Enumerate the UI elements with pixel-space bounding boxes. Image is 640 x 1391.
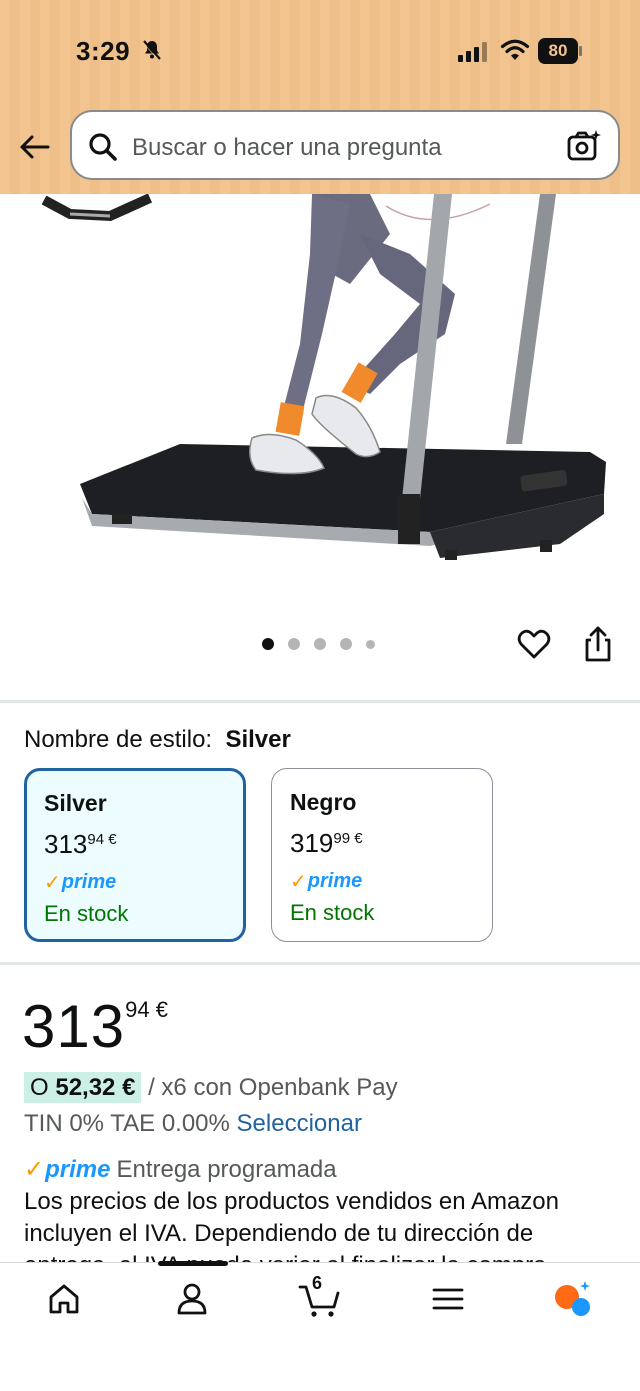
variant-price: 31394 €	[44, 829, 226, 860]
prime-badge: ✓ prime	[44, 870, 226, 895]
product-image[interactable]	[0, 194, 640, 614]
prime-check-icon: ✓	[44, 872, 61, 894]
carousel-dot[interactable]	[366, 639, 375, 649]
carousel-dots[interactable]	[262, 638, 375, 650]
top-header: 3:29 80 Buscar o hacer una pregunta	[0, 0, 640, 194]
variant-option-silver[interactable]: Silver 31394 € ✓ prime En stock	[24, 768, 246, 942]
bell-muted-icon	[142, 40, 161, 61]
wifi-icon	[500, 39, 530, 60]
search-bar[interactable]: Buscar o hacer una pregunta	[70, 110, 620, 180]
installment-offer: O 52,32 € / x6 con Openbank Pay	[24, 1072, 398, 1103]
variant-option-negro[interactable]: Negro 31999 € ✓ prime En stock	[271, 768, 493, 942]
camera-search-icon[interactable]	[566, 128, 602, 164]
carousel-dot[interactable]	[314, 638, 326, 650]
prime-badge: ✓ prime	[290, 869, 474, 894]
style-selected-value: Silver	[225, 726, 291, 753]
section-divider	[0, 700, 640, 703]
delivery-text: Entrega programada	[116, 1155, 337, 1183]
prime-check-icon: ✓	[24, 1156, 45, 1183]
variant-price-whole: 319	[290, 828, 334, 858]
style-label-text: Nombre de estilo:	[24, 726, 213, 753]
share-icon[interactable]	[580, 624, 616, 664]
status-time: 3:29	[76, 36, 131, 66]
carousel-dot[interactable]	[340, 638, 352, 650]
section-divider	[0, 962, 640, 965]
tin-text: TIN 0% TAE 0.00%	[24, 1110, 230, 1137]
active-tab-indicator	[158, 1261, 228, 1266]
prime-badge: ✓ prime	[24, 1155, 110, 1184]
vat-notice: Los precios de los productos vendidos en…	[24, 1188, 559, 1262]
cart-count: 6	[312, 1273, 323, 1293]
bottom-navigation: 6	[0, 1261, 640, 1391]
prime-label: prime	[307, 870, 363, 892]
battery-cap	[579, 46, 582, 56]
prime-check-icon: ✓	[290, 871, 307, 893]
signal-icon	[458, 42, 487, 62]
home-icon[interactable]	[44, 1279, 84, 1319]
style-label: Nombre de estilo: Silver	[24, 726, 291, 754]
installment-amount-highlight: O 52,32 €	[24, 1072, 142, 1103]
variant-price-fraction: 94 €	[87, 831, 117, 848]
carousel-dot[interactable]	[288, 638, 300, 650]
variant-price-fraction: 99 €	[333, 830, 363, 847]
stock-status: En stock	[290, 900, 375, 925]
financing-rates: TIN 0% TAE 0.00% Seleccionar	[24, 1110, 362, 1138]
back-arrow-icon[interactable]	[18, 130, 52, 164]
price-fraction: 94 €	[125, 997, 168, 1022]
cart-button[interactable]: 6	[298, 1273, 340, 1319]
prime-label: prime	[61, 871, 117, 893]
search-input[interactable]: Buscar o hacer una pregunta	[132, 134, 442, 162]
carousel-dot[interactable]	[262, 638, 274, 650]
select-financing-link[interactable]: Seleccionar	[237, 1110, 362, 1137]
rufus-assistant-icon[interactable]	[552, 1279, 592, 1319]
variant-price: 31999 €	[290, 828, 474, 859]
treadmill-illustration	[41, 194, 606, 560]
heart-icon[interactable]	[516, 626, 552, 662]
variant-name: Silver	[44, 790, 107, 816]
installment-amount: 52,32 €	[55, 1074, 136, 1101]
installment-terms: / x6 con Openbank Pay	[148, 1074, 398, 1101]
battery-indicator: 80	[538, 38, 582, 64]
prime-label: prime	[45, 1155, 111, 1183]
menu-icon[interactable]	[428, 1279, 468, 1319]
stock-status: En stock	[44, 901, 129, 926]
battery-level: 80	[538, 38, 578, 64]
variant-name: Negro	[290, 789, 357, 815]
installment-prefix: O	[30, 1074, 49, 1101]
price-whole: 313	[22, 993, 126, 1060]
search-icon	[89, 133, 117, 161]
variant-price-whole: 313	[44, 829, 88, 859]
delivery-info: ✓ prime Entrega programada	[24, 1155, 337, 1184]
account-icon[interactable]	[172, 1279, 212, 1319]
product-price: 31394 €	[22, 992, 168, 1061]
